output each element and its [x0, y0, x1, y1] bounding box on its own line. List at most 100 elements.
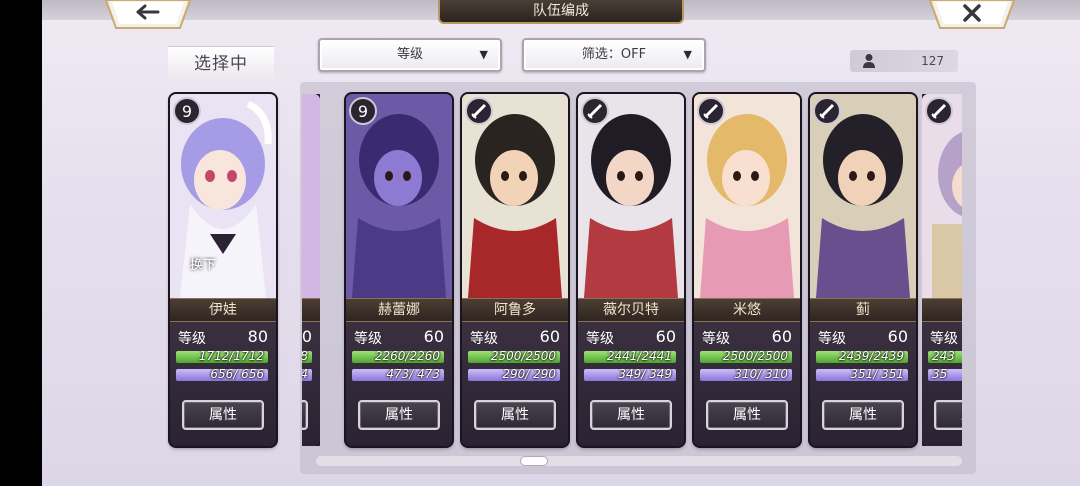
hp-text: 8 — [302, 351, 308, 363]
mp-text: 4 — [302, 369, 308, 381]
attribute-button[interactable]: 属性 — [182, 400, 264, 430]
level-label: 等级 — [930, 331, 958, 347]
unit-count: 127 — [850, 50, 958, 72]
character-name: 赫蕾娜 — [346, 298, 452, 322]
attribute-button[interactable]: 属性 — [474, 400, 556, 430]
character-name: 伊娃 — [170, 298, 276, 322]
mp-text: 290/ 290 — [502, 369, 556, 381]
attribute-button[interactable]: 属性 — [934, 400, 962, 430]
mp-bar: 310/ 310 — [700, 369, 792, 381]
selecting-label: 选择中 — [168, 46, 274, 80]
level-label: 等级 — [818, 331, 846, 347]
mp-bar: 351/ 351 — [816, 369, 908, 381]
svg-text:9: 9 — [358, 102, 368, 121]
level-value: 60 — [655, 327, 676, 346]
hp-text: 1712/1712 — [198, 351, 264, 363]
mp-text: 310/ 310 — [734, 369, 788, 381]
level-row: 等级 60 — [702, 327, 792, 348]
sword-icon — [580, 96, 610, 126]
selected-character-card[interactable]: 9 换下 伊娃 等级 80 1712/1712 656/ 656 属性 — [170, 94, 276, 446]
character-name-band — [302, 298, 320, 322]
mp-text: 351/ 351 — [850, 369, 904, 381]
attribute-button[interactable]: 属性 — [358, 400, 440, 430]
level-row: 等级 60 — [354, 327, 444, 348]
nine-badge-icon: 9 — [348, 96, 378, 126]
level-row: 等级 60 — [470, 327, 560, 348]
scrollbar-track[interactable] — [316, 456, 962, 466]
hp-bar: 1712/1712 — [176, 351, 268, 363]
close-icon — [928, 0, 1016, 29]
mp-text: 349/ 349 — [618, 369, 672, 381]
character-name: 阿鲁多 — [462, 298, 568, 322]
mp-bar: 290/ 290 — [468, 369, 560, 381]
caret-down-icon: ▼ — [683, 48, 692, 61]
svg-text:9: 9 — [182, 102, 192, 121]
attribute-button[interactable]: 属性 — [590, 400, 672, 430]
attribute-button[interactable]: 属性 — [302, 400, 308, 430]
level-value: 80 — [247, 327, 268, 346]
stats-panel: 等级 80 1712/1712 656/ 656 属性 — [170, 322, 276, 446]
hp-text: 2260/2260 — [374, 351, 440, 363]
character-card[interactable]: 阿鲁多 等级 60 2500/2500 290/ 290 属性 — [462, 94, 568, 446]
stats-panel: 等级 60 2260/2260 473/ 473 属性 — [346, 322, 452, 446]
attribute-button[interactable]: 属性 — [706, 400, 788, 430]
level-label: 等级 — [702, 331, 730, 347]
page-title: 队伍编成 — [438, 0, 684, 24]
level-label: 等级 — [354, 331, 382, 347]
character-card[interactable]: 米悠 等级 60 2500/2500 310/ 310 属性 — [694, 94, 800, 446]
stats-panel: 等级 60 2441/2441 349/ 349 属性 — [578, 322, 684, 446]
filter-dropdown-label: 筛选：OFF — [581, 47, 647, 62]
stats-panel: 等级 60 2500/2500 310/ 310 属性 — [694, 322, 800, 446]
sword-icon — [464, 96, 494, 126]
partial-card-right[interactable]: 等级 243 35 属性 — [922, 94, 962, 446]
team-formation-screen: 队伍编成 选择中 等级 ▼ 筛选：OFF ▼ 127 9 换下 伊娃 等级 80… — [42, 0, 1080, 486]
stats-panel: 等级 243 35 属性 — [922, 322, 962, 446]
hp-text: 243 — [932, 351, 955, 363]
hp-bar: 2500/2500 — [468, 351, 560, 363]
character-card[interactable]: 等级 243 35 属性 — [922, 94, 962, 446]
sword-icon — [696, 96, 726, 126]
portrait — [302, 94, 320, 298]
hp-bar: 2260/2260 — [352, 351, 444, 363]
mp-text: 656/ 656 — [210, 369, 264, 381]
level-label: 等级 — [470, 331, 498, 347]
sword-icon — [812, 96, 842, 126]
character-card[interactable]: 9 赫蕾娜 等级 60 2260/2260 473/ 473 属性 — [346, 94, 452, 446]
character-card[interactable]: 0 8 4 属性 — [302, 94, 320, 446]
hp-text: 2441/2441 — [606, 351, 672, 363]
level-value: 0 — [302, 327, 312, 346]
hp-bar: 2500/2500 — [700, 351, 792, 363]
scrollbar-thumb[interactable] — [520, 456, 548, 466]
hp-bar: 2441/2441 — [584, 351, 676, 363]
level-value: 60 — [771, 327, 792, 346]
device-edge — [0, 0, 42, 486]
mp-bar: 349/ 349 — [584, 369, 676, 381]
level-label: 等级 — [178, 331, 206, 347]
hp-bar: 8 — [302, 351, 312, 363]
character-card[interactable]: 薇尔贝特 等级 60 2441/2441 349/ 349 属性 — [578, 94, 684, 446]
mp-text: 35 — [932, 369, 948, 381]
hp-text: 2500/2500 — [490, 351, 556, 363]
partial-card-left[interactable]: 0 8 4 属性 — [302, 94, 320, 446]
attribute-button[interactable]: 属性 — [822, 400, 904, 430]
close-button[interactable] — [928, 0, 1016, 30]
character-card[interactable]: 蓟 等级 60 2439/2439 351/ 351 属性 — [810, 94, 916, 446]
level-value: 60 — [423, 327, 444, 346]
stats-panel: 0 8 4 属性 — [302, 322, 320, 446]
back-button[interactable] — [104, 0, 192, 30]
level-value: 60 — [887, 327, 908, 346]
sort-dropdown[interactable]: 等级 ▼ — [318, 38, 502, 72]
user-icon — [863, 54, 875, 68]
character-name-band — [922, 298, 962, 322]
unit-count-value: 127 — [921, 54, 944, 68]
nine-badge-icon: 9 — [172, 96, 202, 126]
level-row: 等级 60 — [586, 327, 676, 348]
level-row: 0 — [302, 327, 312, 348]
arrow-left-icon — [104, 0, 192, 29]
level-row: 等级 — [930, 328, 962, 348]
filter-dropdown[interactable]: 筛选：OFF ▼ — [522, 38, 706, 72]
stats-panel: 等级 60 2500/2500 290/ 290 属性 — [462, 322, 568, 446]
hp-bar: 243 — [928, 351, 962, 363]
stats-panel: 等级 60 2439/2439 351/ 351 属性 — [810, 322, 916, 446]
mp-bar: 473/ 473 — [352, 369, 444, 381]
